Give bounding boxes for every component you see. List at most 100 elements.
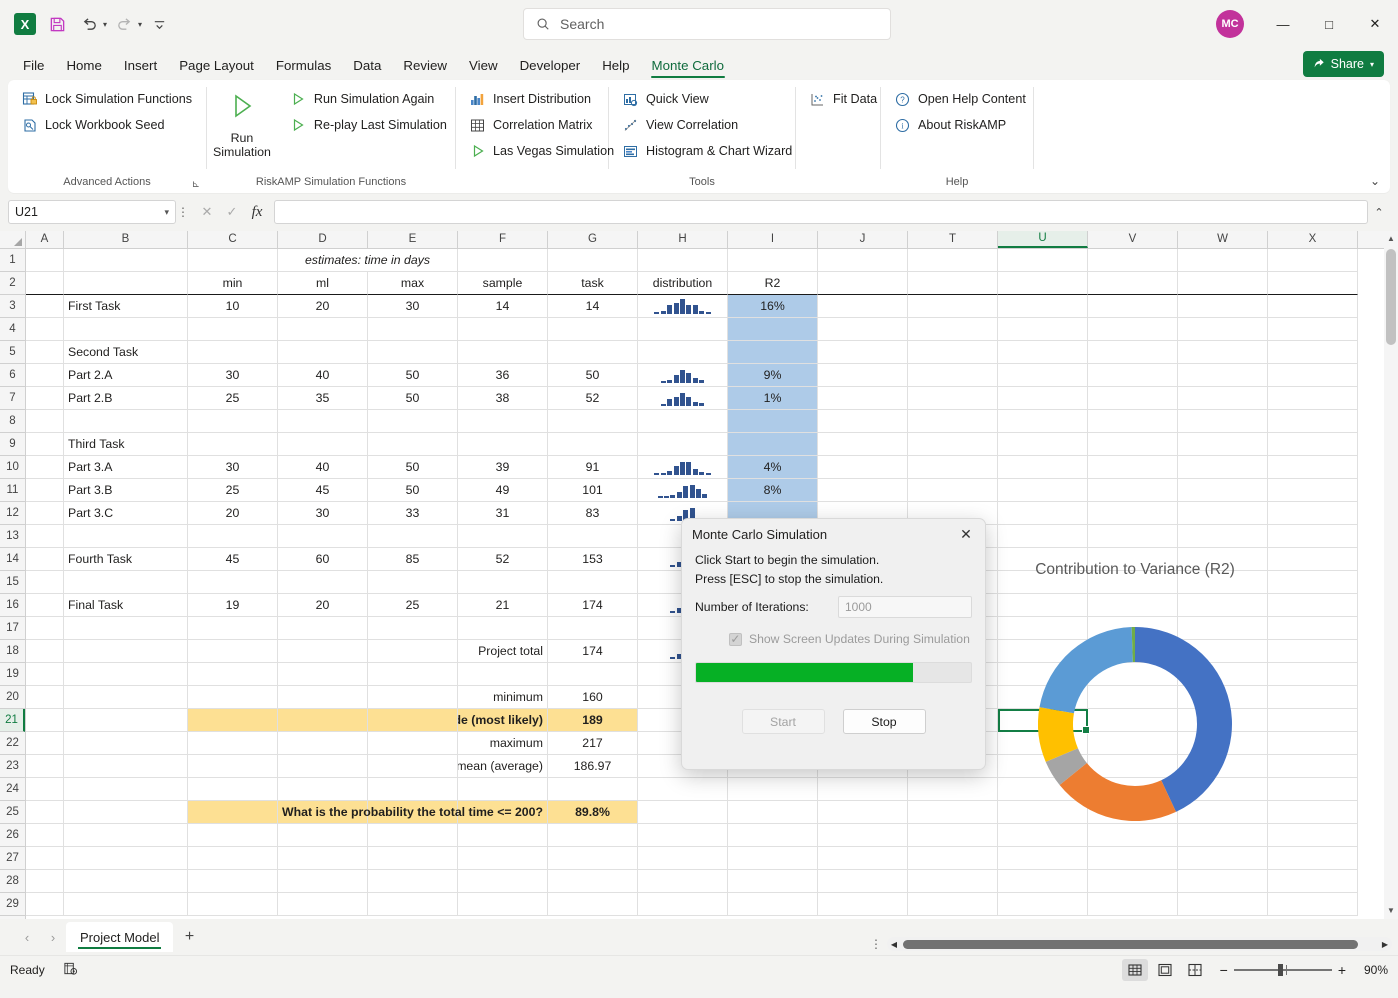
cell-X2[interactable]	[1268, 272, 1358, 295]
cell-G14[interactable]: 153	[548, 548, 638, 571]
row-header-5[interactable]: 5	[0, 341, 25, 364]
replay-last-simulation-button[interactable]: Re-play Last Simulation	[283, 112, 454, 138]
cell-B13[interactable]	[64, 525, 188, 548]
cell-V5[interactable]	[1088, 341, 1178, 364]
start-button[interactable]: Start	[742, 709, 825, 734]
row-header-16[interactable]: 16	[0, 594, 25, 617]
cell-D12[interactable]: 30	[278, 502, 368, 525]
cell-H11[interactable]	[638, 479, 728, 502]
cell-C8[interactable]	[188, 410, 278, 433]
previous-sheet-icon[interactable]: ‹	[14, 924, 40, 950]
cell-G21[interactable]: 189	[548, 709, 638, 732]
cell-T28[interactable]	[908, 870, 998, 893]
cell-T7[interactable]	[908, 387, 998, 410]
cell-U10[interactable]	[998, 456, 1088, 479]
cell-A13[interactable]	[26, 525, 64, 548]
cell-C27[interactable]	[188, 847, 278, 870]
row-header-21[interactable]: 21	[0, 709, 25, 732]
las-vegas-simulation-button[interactable]: Las Vegas Simulation	[462, 138, 621, 164]
dialog-close-button[interactable]: ✕	[953, 522, 979, 546]
cell-D5[interactable]	[278, 341, 368, 364]
cell-A12[interactable]	[26, 502, 64, 525]
column-header-f[interactable]: F	[458, 231, 548, 248]
cell-I1[interactable]	[728, 249, 818, 272]
cell-X19[interactable]	[1268, 663, 1358, 686]
row-header-8[interactable]: 8	[0, 410, 25, 433]
column-header-e[interactable]: E	[368, 231, 458, 248]
cell-C6[interactable]: 30	[188, 364, 278, 387]
cell-E2[interactable]: max	[368, 272, 458, 295]
cell-F21[interactable]: mode (most likely)	[458, 709, 548, 732]
cell-X6[interactable]	[1268, 364, 1358, 387]
cell-I27[interactable]	[728, 847, 818, 870]
cell-U3[interactable]	[998, 295, 1088, 318]
cell-D29[interactable]	[278, 893, 368, 916]
row-header-17[interactable]: 17	[0, 617, 25, 640]
cell-B25[interactable]	[64, 801, 188, 824]
cell-T2[interactable]	[908, 272, 998, 295]
column-header-g[interactable]: G	[548, 231, 638, 248]
correlation-matrix-button[interactable]: Correlation Matrix	[462, 112, 621, 138]
cell-X10[interactable]	[1268, 456, 1358, 479]
cell-C4[interactable]	[188, 318, 278, 341]
cell-E17[interactable]	[368, 617, 458, 640]
cell-W4[interactable]	[1178, 318, 1268, 341]
cell-V18[interactable]	[1088, 640, 1178, 663]
cell-D14[interactable]: 60	[278, 548, 368, 571]
row-header-7[interactable]: 7	[0, 387, 25, 410]
cell-W18[interactable]	[1178, 640, 1268, 663]
cell-B29[interactable]	[64, 893, 188, 916]
column-header-h[interactable]: H	[638, 231, 728, 248]
cell-U11[interactable]	[998, 479, 1088, 502]
cell-D23[interactable]	[278, 755, 368, 778]
cell-U25[interactable]	[998, 801, 1088, 824]
cell-J6[interactable]	[818, 364, 908, 387]
cell-W10[interactable]	[1178, 456, 1268, 479]
cell-G9[interactable]	[548, 433, 638, 456]
cell-T5[interactable]	[908, 341, 998, 364]
share-chevron-icon[interactable]: ▾	[1370, 60, 1374, 69]
cell-I5[interactable]	[728, 341, 818, 364]
cell-I11[interactable]: 8%	[728, 479, 818, 502]
cell-V26[interactable]	[1088, 824, 1178, 847]
cell-W21[interactable]	[1178, 709, 1268, 732]
cell-W9[interactable]	[1178, 433, 1268, 456]
cell-B4[interactable]	[64, 318, 188, 341]
cell-T9[interactable]	[908, 433, 998, 456]
cell-B5[interactable]: Second Task	[64, 341, 188, 364]
cell-F26[interactable]	[458, 824, 548, 847]
cell-T24[interactable]	[908, 778, 998, 801]
cell-H7[interactable]	[638, 387, 728, 410]
cell-C10[interactable]: 30	[188, 456, 278, 479]
cell-F1[interactable]	[458, 249, 548, 272]
iterations-input[interactable]: 1000	[838, 596, 972, 618]
cell-W25[interactable]	[1178, 801, 1268, 824]
tab-help[interactable]: Help	[591, 55, 640, 80]
cell-I24[interactable]	[728, 778, 818, 801]
cell-V25[interactable]	[1088, 801, 1178, 824]
tab-developer[interactable]: Developer	[509, 55, 592, 80]
cell-A16[interactable]	[26, 594, 64, 617]
column-header-u[interactable]: U	[998, 231, 1088, 248]
cell-D19[interactable]	[278, 663, 368, 686]
cell-A23[interactable]	[26, 755, 64, 778]
row-header-26[interactable]: 26	[0, 824, 25, 847]
about-riskamp-button[interactable]: i About RiskAMP	[887, 112, 1033, 138]
cell-B7[interactable]: Part 2.B	[64, 387, 188, 410]
cell-V16[interactable]	[1088, 594, 1178, 617]
cell-C15[interactable]	[188, 571, 278, 594]
tab-view[interactable]: View	[458, 55, 509, 80]
cell-J4[interactable]	[818, 318, 908, 341]
cell-F9[interactable]	[458, 433, 548, 456]
cell-T29[interactable]	[908, 893, 998, 916]
cell-V7[interactable]	[1088, 387, 1178, 410]
cell-E15[interactable]	[368, 571, 458, 594]
cell-F11[interactable]: 49	[458, 479, 548, 502]
zoom-in-button[interactable]: +	[1338, 962, 1346, 978]
cell-D16[interactable]: 20	[278, 594, 368, 617]
cell-A11[interactable]	[26, 479, 64, 502]
cell-D7[interactable]: 35	[278, 387, 368, 410]
cell-W1[interactable]	[1178, 249, 1268, 272]
cell-W24[interactable]	[1178, 778, 1268, 801]
cell-D27[interactable]	[278, 847, 368, 870]
